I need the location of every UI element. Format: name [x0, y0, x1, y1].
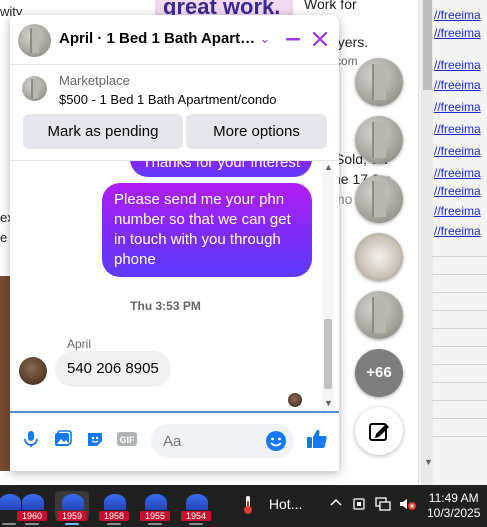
divider: [432, 382, 487, 383]
taskbar-app-label: 1960: [17, 511, 47, 521]
emoji-icon[interactable]: [265, 430, 287, 457]
taskbar-app[interactable]: 1955: [138, 491, 172, 525]
message-bubble-outgoing: Please send me your phn number so that w…: [102, 183, 312, 277]
background-link[interactable]: //freeima: [434, 58, 481, 72]
weather-text: Hot...: [268, 495, 303, 512]
background-link[interactable]: //freeima: [434, 204, 481, 218]
listing-avatar[interactable]: [18, 24, 51, 57]
close-icon[interactable]: [309, 28, 331, 50]
svg-text:GIF: GIF: [120, 435, 136, 445]
thermometer-icon: [244, 496, 252, 514]
taskbar-app[interactable]: 1958: [97, 491, 131, 525]
taskbar-app[interactable]: 1954: [179, 491, 213, 525]
divider: [432, 328, 487, 329]
message-scrollbar-thumb[interactable]: [324, 319, 332, 389]
background-link[interactable]: //freeima: [434, 224, 481, 238]
sticker-icon[interactable]: [85, 429, 105, 449]
sender-avatar[interactable]: [19, 357, 47, 385]
message-timestamp: Thu 3:53 PM: [130, 299, 201, 313]
weather-widget[interactable]: Hot...: [241, 495, 302, 515]
divider: [432, 364, 487, 365]
chat-head-avatar[interactable]: [355, 175, 403, 223]
chat-head-avatar[interactable]: [355, 116, 403, 164]
divider: [432, 400, 487, 401]
scroll-up-arrow[interactable]: ▲: [324, 162, 333, 172]
background-link[interactable]: //freeima: [434, 8, 481, 22]
taskbar-app[interactable]: 1959: [55, 491, 89, 525]
microphone-icon[interactable]: [21, 429, 41, 449]
taskbar-app-label: 1954: [181, 511, 211, 521]
chat-head-avatar[interactable]: [355, 291, 403, 339]
more-chats-count: +66: [366, 364, 392, 381]
background-right-pane: [418, 0, 487, 485]
background-link[interactable]: //freeima: [434, 144, 481, 158]
background-link[interactable]: //freeima: [434, 26, 481, 40]
background-link[interactable]: //freeima: [434, 166, 481, 180]
sender-name: April: [67, 337, 92, 351]
read-receipt-avatar: [288, 393, 302, 407]
scroll-down-arrow[interactable]: ▼: [424, 457, 433, 467]
marketplace-panel: Marketplace $500 - 1 Bed 1 Bath Apartmen…: [10, 65, 339, 161]
photo-icon[interactable]: [53, 429, 73, 449]
taskbar-app-label: 1959: [57, 511, 87, 521]
message-list: Thanks for your interest Please send me …: [10, 161, 339, 411]
background-link[interactable]: //freeima: [434, 78, 481, 92]
minimize-icon[interactable]: [282, 28, 304, 50]
message-text: Thanks for your interest: [142, 161, 300, 171]
device-icon[interactable]: [352, 497, 366, 514]
listing-title[interactable]: $500 - 1 Bed 1 Bath Apartment/condo: [59, 92, 277, 107]
chat-head-avatar[interactable]: [355, 58, 403, 106]
taskbar-app-label: 1958: [99, 511, 129, 521]
divider: [432, 256, 487, 257]
new-message-button[interactable]: [355, 407, 403, 455]
more-options-button[interactable]: More options: [186, 114, 327, 149]
chat-window: April · 1 Bed 1 Bath Apartm… ⌄ Marketpla…: [10, 15, 339, 471]
message-input-container[interactable]: [151, 424, 294, 458]
like-icon[interactable]: [305, 427, 329, 451]
chevron-up-icon[interactable]: [330, 497, 342, 512]
more-chats-button[interactable]: +66: [355, 349, 403, 397]
divider: [432, 418, 487, 419]
taskbar-app-label: 1955: [140, 511, 170, 521]
network-icon[interactable]: [375, 497, 391, 514]
message-composer: GIF: [10, 411, 339, 471]
clock-time: 11:49 AM: [428, 491, 479, 505]
listing-thumbnail[interactable]: [22, 76, 47, 101]
clock-date: 10/3/2025: [427, 506, 481, 520]
taskbar-app[interactable]: 1960: [15, 491, 49, 525]
message-text: Please send me your phn number so that w…: [114, 191, 291, 268]
message-bubble-incoming: 540 206 8905: [55, 351, 171, 387]
volume-muted-icon[interactable]: [399, 497, 417, 514]
divider: [432, 292, 487, 293]
divider: [432, 310, 487, 311]
scroll-down-arrow[interactable]: ▼: [324, 398, 333, 408]
gif-icon[interactable]: GIF: [116, 429, 138, 449]
scrollbar[interactable]: [421, 0, 433, 485]
taskbar: 1960 1959 1958 1955 1954 Hot... 11:49 AM…: [0, 485, 487, 527]
background-link[interactable]: //freeima: [434, 184, 481, 198]
background-link[interactable]: //freeima: [434, 100, 481, 114]
chat-header[interactable]: April · 1 Bed 1 Bath Apartm… ⌄: [10, 15, 339, 65]
scrollbar-thumb[interactable]: [423, 0, 432, 90]
mark-as-pending-button[interactable]: Mark as pending: [23, 114, 183, 149]
divider: [432, 274, 487, 275]
chevron-down-icon[interactable]: ⌄: [254, 28, 276, 50]
divider: [432, 436, 487, 437]
chat-head-avatar[interactable]: [355, 233, 403, 281]
marketplace-label: Marketplace: [59, 73, 130, 88]
compose-icon: [369, 423, 389, 441]
message-text: 540 206 8905: [67, 360, 159, 377]
message-input[interactable]: [163, 424, 258, 458]
desktop: wity ex e great work. Work for oyers. d.…: [0, 0, 487, 527]
system-clock[interactable]: 11:49 AM 10/3/2025: [427, 491, 480, 521]
divider: [432, 346, 487, 347]
chat-heads: +66: [348, 0, 418, 470]
background-link[interactable]: //freeima: [434, 122, 481, 136]
message-scrollbar[interactable]: ▲ ▼: [322, 161, 334, 411]
chat-title[interactable]: April · 1 Bed 1 Bath Apartm…: [59, 30, 259, 47]
message-bubble-outgoing: Thanks for your interest: [130, 161, 312, 177]
